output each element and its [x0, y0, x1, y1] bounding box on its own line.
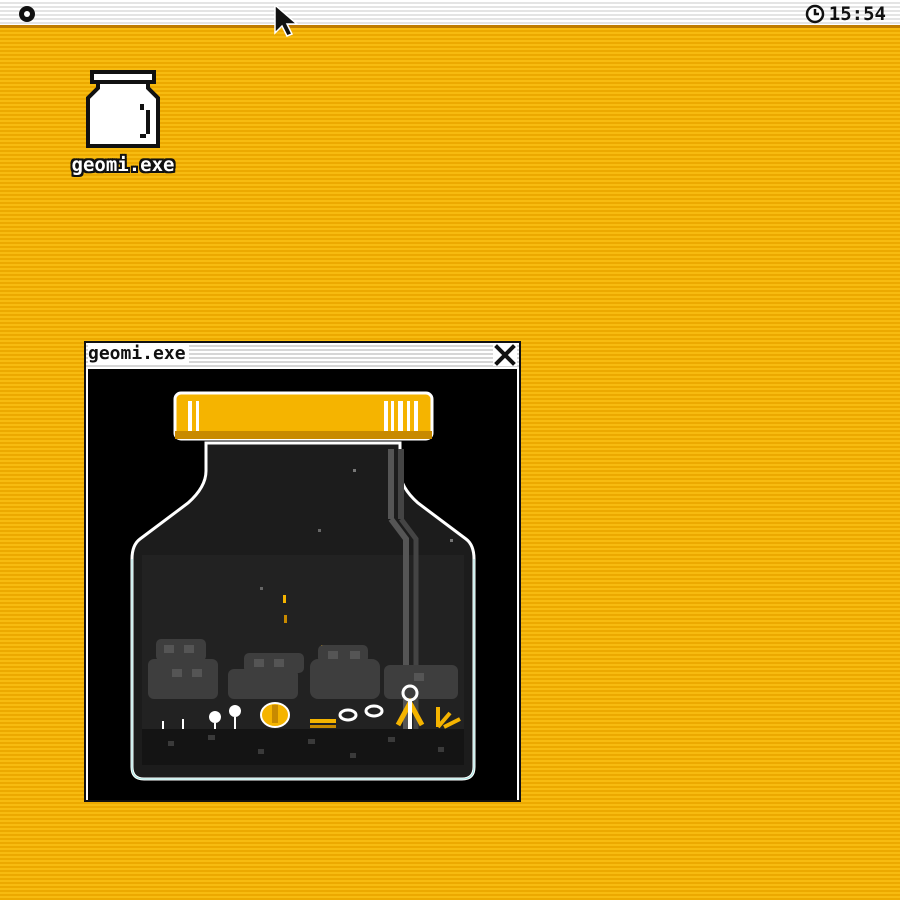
window-titlebar[interactable]: geomi.exe — [86, 343, 519, 367]
geomi-window: geomi.exe — [84, 341, 521, 802]
close-x-icon — [494, 344, 516, 366]
game-viewport[interactable] — [88, 369, 517, 800]
mouse-cursor-icon — [274, 3, 300, 37]
menubar-clock[interactable]: 15:54 — [805, 3, 886, 25]
clock-icon — [805, 4, 825, 24]
desktop-icon-label: geomi.exe — [71, 154, 175, 176]
window-title: geomi.exe — [88, 343, 189, 365]
desktop-icon-geomi[interactable]: geomi.exe — [58, 70, 188, 190]
menu-bar: 15:54 — [0, 0, 900, 28]
terrarium-scene — [130, 391, 476, 781]
close-button[interactable] — [493, 344, 517, 366]
soil — [142, 729, 464, 765]
system-menu-icon[interactable] — [18, 5, 36, 23]
clock-time: 15:54 — [828, 3, 886, 25]
jar-icon — [86, 70, 160, 148]
